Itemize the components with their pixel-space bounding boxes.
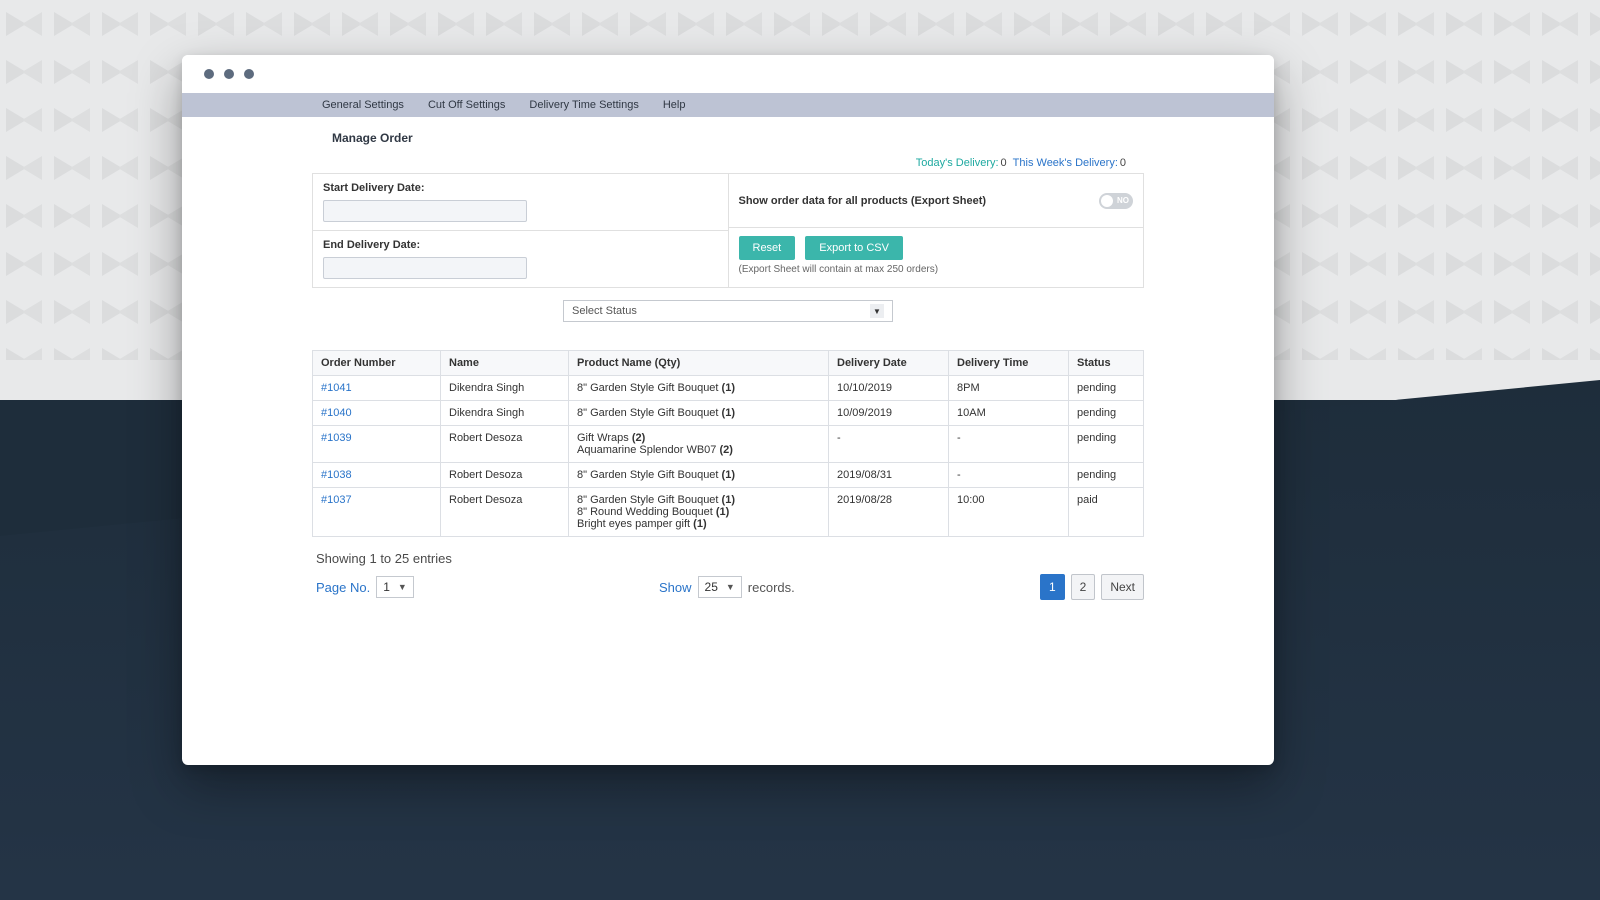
customer-name: Dikendra Singh: [441, 376, 569, 401]
show-label: Show: [659, 580, 692, 595]
toggle-text: NO: [1117, 196, 1129, 205]
th-delivery-date: Delivery Date: [829, 351, 949, 376]
nav-delivery-time-settings[interactable]: Delivery Time Settings: [529, 99, 638, 111]
table-row: #1038Robert Desoza 8" Garden Style Gift B…: [313, 463, 1144, 488]
th-name: Name: [441, 351, 569, 376]
page-no-select[interactable]: 1 ▼: [376, 576, 414, 598]
pagination-row: Page No. 1 ▼ Show 25 ▼ records. 12Next: [316, 574, 1144, 600]
product-line: 8" Round Wedding Bouquet (1): [577, 506, 820, 518]
product-cell: 8" Garden Style Gift Bouquet (1): [569, 463, 829, 488]
filter-panel: Start Delivery Date: End Delivery Date: …: [312, 173, 1144, 288]
nav-help[interactable]: Help: [663, 99, 686, 111]
th-delivery-time: Delivery Time: [949, 351, 1069, 376]
content-area: Manage Order Today's Delivery: 0 This We…: [182, 117, 1274, 600]
export-all-toggle[interactable]: NO: [1099, 193, 1133, 209]
delivery-date: 2019/08/31: [829, 463, 949, 488]
product-line: Bright eyes pamper gift (1): [577, 518, 820, 530]
product-line: Aquamarine Splendor WB07 (2): [577, 444, 820, 456]
orders-table: Order Number Name Product Name (Qty) Del…: [312, 350, 1144, 537]
status-select-placeholder: Select Status: [572, 305, 637, 317]
order-number-link[interactable]: #1037: [313, 488, 441, 537]
export-all-label: Show order data for all products (Export…: [739, 195, 987, 207]
product-cell: Gift Wraps (2)Aquamarine Splendor WB07 (…: [569, 426, 829, 463]
delivery-time: 10AM: [949, 401, 1069, 426]
product-line: Gift Wraps (2): [577, 432, 820, 444]
page-button-1[interactable]: 1: [1040, 574, 1065, 600]
delivery-date: 2019/08/28: [829, 488, 949, 537]
delivery-date: 10/09/2019: [829, 401, 949, 426]
product-line: 8" Garden Style Gift Bouquet (1): [577, 469, 820, 481]
product-line: 8" Garden Style Gift Bouquet (1): [577, 382, 820, 394]
reset-button[interactable]: Reset: [739, 236, 796, 260]
delivery-stats: Today's Delivery: 0 This Week's Delivery…: [182, 151, 1274, 173]
chevron-down-icon: ▼: [870, 304, 884, 318]
delivery-date: -: [829, 426, 949, 463]
status-cell: pending: [1069, 401, 1144, 426]
window-titlebar: [182, 55, 1274, 93]
customer-name: Robert Desoza: [441, 426, 569, 463]
product-line: 8" Garden Style Gift Bouquet (1): [577, 494, 820, 506]
export-hint: (Export Sheet will contain at max 250 or…: [739, 264, 1134, 275]
order-number-link[interactable]: #1039: [313, 426, 441, 463]
delivery-time: -: [949, 426, 1069, 463]
top-nav: General Settings Cut Off Settings Delive…: [182, 93, 1274, 117]
delivery-time: -: [949, 463, 1069, 488]
chevron-down-icon: ▼: [398, 582, 407, 592]
show-count-select[interactable]: 25 ▼: [698, 576, 742, 598]
week-delivery-value: 0: [1120, 157, 1126, 169]
page-no-label: Page No.: [316, 580, 370, 595]
order-number-link[interactable]: #1040: [313, 401, 441, 426]
nav-general-settings[interactable]: General Settings: [322, 99, 404, 111]
table-row: #1040Dikendra Singh 8" Garden Style Gift …: [313, 401, 1144, 426]
status-cell: pending: [1069, 426, 1144, 463]
end-date-label: End Delivery Date:: [323, 239, 718, 251]
app-window: General Settings Cut Off Settings Delive…: [182, 55, 1274, 765]
order-number-link[interactable]: #1038: [313, 463, 441, 488]
export-csv-button[interactable]: Export to CSV: [805, 236, 903, 260]
customer-name: Robert Desoza: [441, 488, 569, 537]
product-cell: 8" Garden Style Gift Bouquet (1)8" Round…: [569, 488, 829, 537]
th-order-number: Order Number: [313, 351, 441, 376]
product-line: 8" Garden Style Gift Bouquet (1): [577, 407, 820, 419]
th-status: Status: [1069, 351, 1144, 376]
week-delivery-label: This Week's Delivery:: [1013, 157, 1118, 169]
page-no-value: 1: [383, 580, 390, 594]
start-date-input[interactable]: [323, 200, 527, 222]
status-cell: paid: [1069, 488, 1144, 537]
page-title: Manage Order: [182, 127, 1274, 151]
nav-cut-off-settings[interactable]: Cut Off Settings: [428, 99, 505, 111]
today-delivery-label: Today's Delivery:: [916, 157, 999, 169]
product-cell: 8" Garden Style Gift Bouquet (1): [569, 401, 829, 426]
end-date-input[interactable]: [323, 257, 527, 279]
entries-summary: Showing 1 to 25 entries: [316, 551, 1144, 566]
table-row: #1037Robert Desoza8" Garden Style Gift B…: [313, 488, 1144, 537]
show-count-value: 25: [705, 580, 718, 594]
delivery-time: 8PM: [949, 376, 1069, 401]
table-header-row: Order Number Name Product Name (Qty) Del…: [313, 351, 1144, 376]
status-cell: pending: [1069, 376, 1144, 401]
table-row: #1039Robert DesozaGift Wraps (2)Aquamari…: [313, 426, 1144, 463]
window-dot-3[interactable]: [244, 69, 254, 79]
page-button-2[interactable]: 2: [1071, 574, 1096, 600]
next-page-button[interactable]: Next: [1101, 574, 1144, 600]
customer-name: Dikendra Singh: [441, 401, 569, 426]
delivery-date: 10/10/2019: [829, 376, 949, 401]
delivery-time: 10:00: [949, 488, 1069, 537]
chevron-down-icon: ▼: [726, 582, 735, 592]
order-number-link[interactable]: #1041: [313, 376, 441, 401]
window-dot-1[interactable]: [204, 69, 214, 79]
customer-name: Robert Desoza: [441, 463, 569, 488]
status-cell: pending: [1069, 463, 1144, 488]
today-delivery-value: 0: [1001, 157, 1007, 169]
product-cell: 8" Garden Style Gift Bouquet (1): [569, 376, 829, 401]
table-row: #1041Dikendra Singh 8" Garden Style Gift …: [313, 376, 1144, 401]
window-dot-2[interactable]: [224, 69, 234, 79]
start-date-label: Start Delivery Date:: [323, 182, 718, 194]
th-product: Product Name (Qty): [569, 351, 829, 376]
records-label: records.: [748, 580, 795, 595]
status-select[interactable]: Select Status ▼: [563, 300, 893, 322]
